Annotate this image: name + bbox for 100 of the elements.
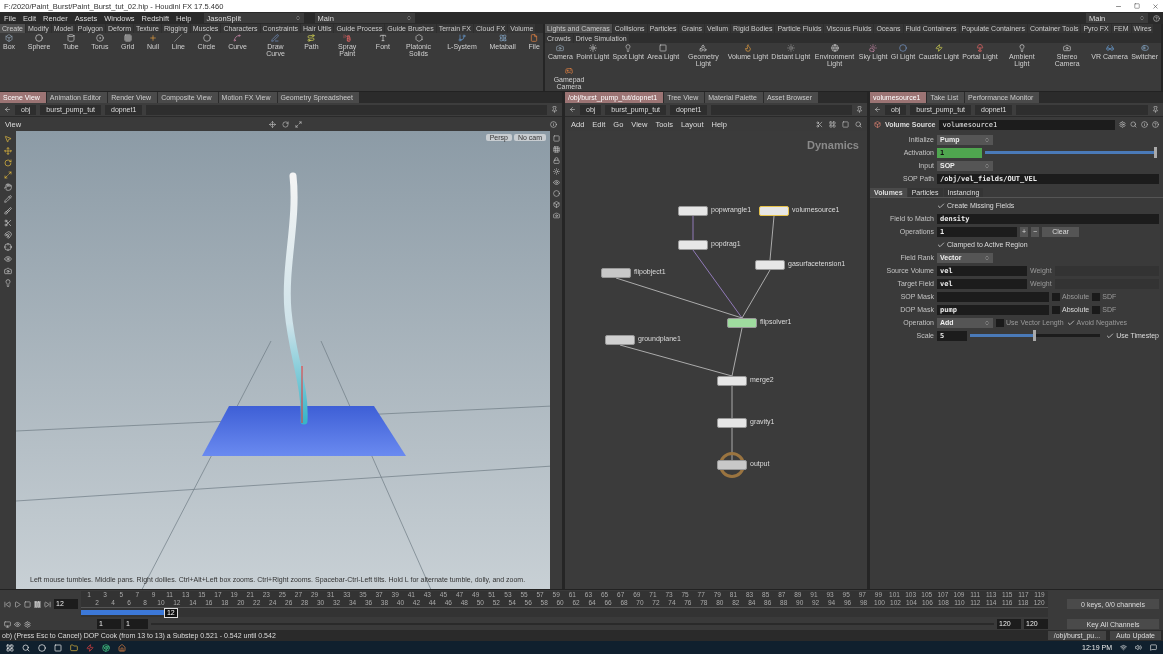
- back-arrow-icon[interactable]: [4, 106, 11, 113]
- eye-icon[interactable]: [14, 620, 21, 628]
- node-tile[interactable]: [717, 460, 747, 470]
- hand-icon[interactable]: [4, 183, 12, 191]
- skip-forward-icon[interactable]: [44, 600, 51, 608]
- path-field[interactable]: [146, 104, 547, 115]
- back-arrow-icon[interactable]: [569, 106, 576, 113]
- sun-icon: [588, 44, 597, 52]
- node-tile[interactable]: [678, 240, 708, 250]
- node-tile[interactable]: [755, 260, 785, 270]
- lightning-icon[interactable]: [86, 643, 94, 652]
- settings-icon[interactable]: [24, 620, 31, 628]
- magnet-icon[interactable]: [4, 231, 12, 239]
- sun-icon: [786, 44, 795, 52]
- sun-icon[interactable]: [552, 168, 560, 175]
- node-tile[interactable]: [759, 206, 789, 216]
- slider-thumb[interactable]: [1033, 330, 1037, 341]
- skip-back-icon[interactable]: [4, 600, 11, 608]
- updown-icon: [405, 15, 412, 21]
- scissors-icon[interactable]: [4, 219, 12, 227]
- pause-button[interactable]: [34, 600, 41, 608]
- bulb-icon[interactable]: [4, 279, 12, 287]
- node-tile[interactable]: [678, 206, 708, 216]
- info-icon[interactable]: [550, 120, 557, 128]
- cube-icon[interactable]: [552, 201, 560, 208]
- hexagon-icon: [414, 34, 423, 42]
- sphere-icon: [35, 34, 43, 42]
- lightning-icon: [934, 44, 943, 52]
- checkbox[interactable]: [1052, 305, 1060, 314]
- eye-icon[interactable]: [4, 255, 12, 263]
- spotlight-icon: [624, 44, 633, 52]
- speaker-icon[interactable]: [1135, 644, 1142, 651]
- lock-icon[interactable]: [552, 157, 560, 164]
- node-tile[interactable]: [727, 318, 757, 328]
- pen-icon: [271, 34, 280, 42]
- gamepad-icon: [565, 67, 573, 75]
- curve-icon: [233, 34, 242, 42]
- stop-icon[interactable]: [24, 600, 31, 608]
- rotate-icon[interactable]: [282, 120, 290, 128]
- text-field[interactable]: [937, 291, 1049, 302]
- settings-icon[interactable]: [1119, 121, 1126, 128]
- node-tile[interactable]: [717, 418, 747, 428]
- scissors-icon[interactable]: [816, 120, 823, 128]
- help-icon[interactable]: [1153, 14, 1160, 22]
- updown-icon: [294, 15, 301, 21]
- sphere-icon: [899, 44, 907, 52]
- connection-line: [692, 215, 694, 241]
- flame-icon: [743, 44, 752, 52]
- move-icon[interactable]: [4, 147, 12, 155]
- back-arrow-icon[interactable]: [874, 106, 881, 113]
- check-icon: [937, 201, 945, 210]
- node-tile[interactable]: [601, 268, 631, 278]
- wifi-icon[interactable]: [1120, 644, 1127, 651]
- check-icon: [937, 240, 945, 249]
- crosshair-icon[interactable]: [4, 243, 12, 251]
- square-icon: [659, 44, 668, 52]
- node-tile[interactable]: [717, 376, 747, 386]
- path-field[interactable]: [711, 104, 852, 115]
- info-icon[interactable]: [1141, 121, 1148, 128]
- circle-icon[interactable]: [552, 190, 560, 197]
- play-icon[interactable]: [14, 600, 21, 608]
- circle-icon: [202, 34, 211, 42]
- pointer-icon[interactable]: [4, 135, 12, 143]
- browser-icon[interactable]: [102, 643, 110, 652]
- pin-icon[interactable]: [856, 106, 863, 113]
- windows-icon[interactable]: [6, 643, 14, 652]
- maximize-icon[interactable]: [1134, 2, 1140, 9]
- plus-icon: [149, 34, 157, 42]
- pencil-icon[interactable]: [4, 195, 12, 203]
- app-icon[interactable]: [118, 643, 126, 652]
- notification-icon[interactable]: [1150, 644, 1157, 651]
- move-icon[interactable]: [269, 120, 277, 128]
- expand-icon[interactable]: [295, 120, 303, 128]
- eye-icon[interactable]: [552, 179, 560, 186]
- scale-icon[interactable]: [4, 171, 12, 179]
- node-type-icon[interactable]: [874, 121, 881, 128]
- network-context-label: Dynamics: [807, 139, 859, 151]
- path-field[interactable]: [1016, 104, 1148, 115]
- slider-thumb[interactable]: [1154, 147, 1157, 158]
- checkbox[interactable]: [937, 240, 945, 249]
- connection-line: [769, 215, 775, 261]
- rotate-icon[interactable]: [4, 159, 12, 167]
- connection-line: [731, 427, 733, 461]
- branch-icon: [457, 34, 466, 42]
- updown-icon: [984, 254, 990, 261]
- close-icon[interactable]: [1152, 2, 1159, 10]
- node-tile[interactable]: [605, 335, 635, 345]
- spray-can-icon: [343, 34, 352, 42]
- updown-icon: [1139, 15, 1145, 21]
- check-icon: [1106, 331, 1115, 340]
- brush-icon[interactable]: [4, 207, 12, 215]
- checkbox[interactable]: [1106, 331, 1115, 340]
- monitor-icon[interactable]: [4, 620, 11, 628]
- pin-icon[interactable]: [1152, 106, 1159, 113]
- pin-icon[interactable]: [551, 106, 558, 113]
- folder-icon[interactable]: [70, 643, 78, 652]
- line-icon: [174, 34, 183, 42]
- checkbox[interactable]: [937, 201, 945, 210]
- task-view-icon[interactable]: [54, 643, 62, 652]
- help-icon[interactable]: [1152, 121, 1159, 128]
